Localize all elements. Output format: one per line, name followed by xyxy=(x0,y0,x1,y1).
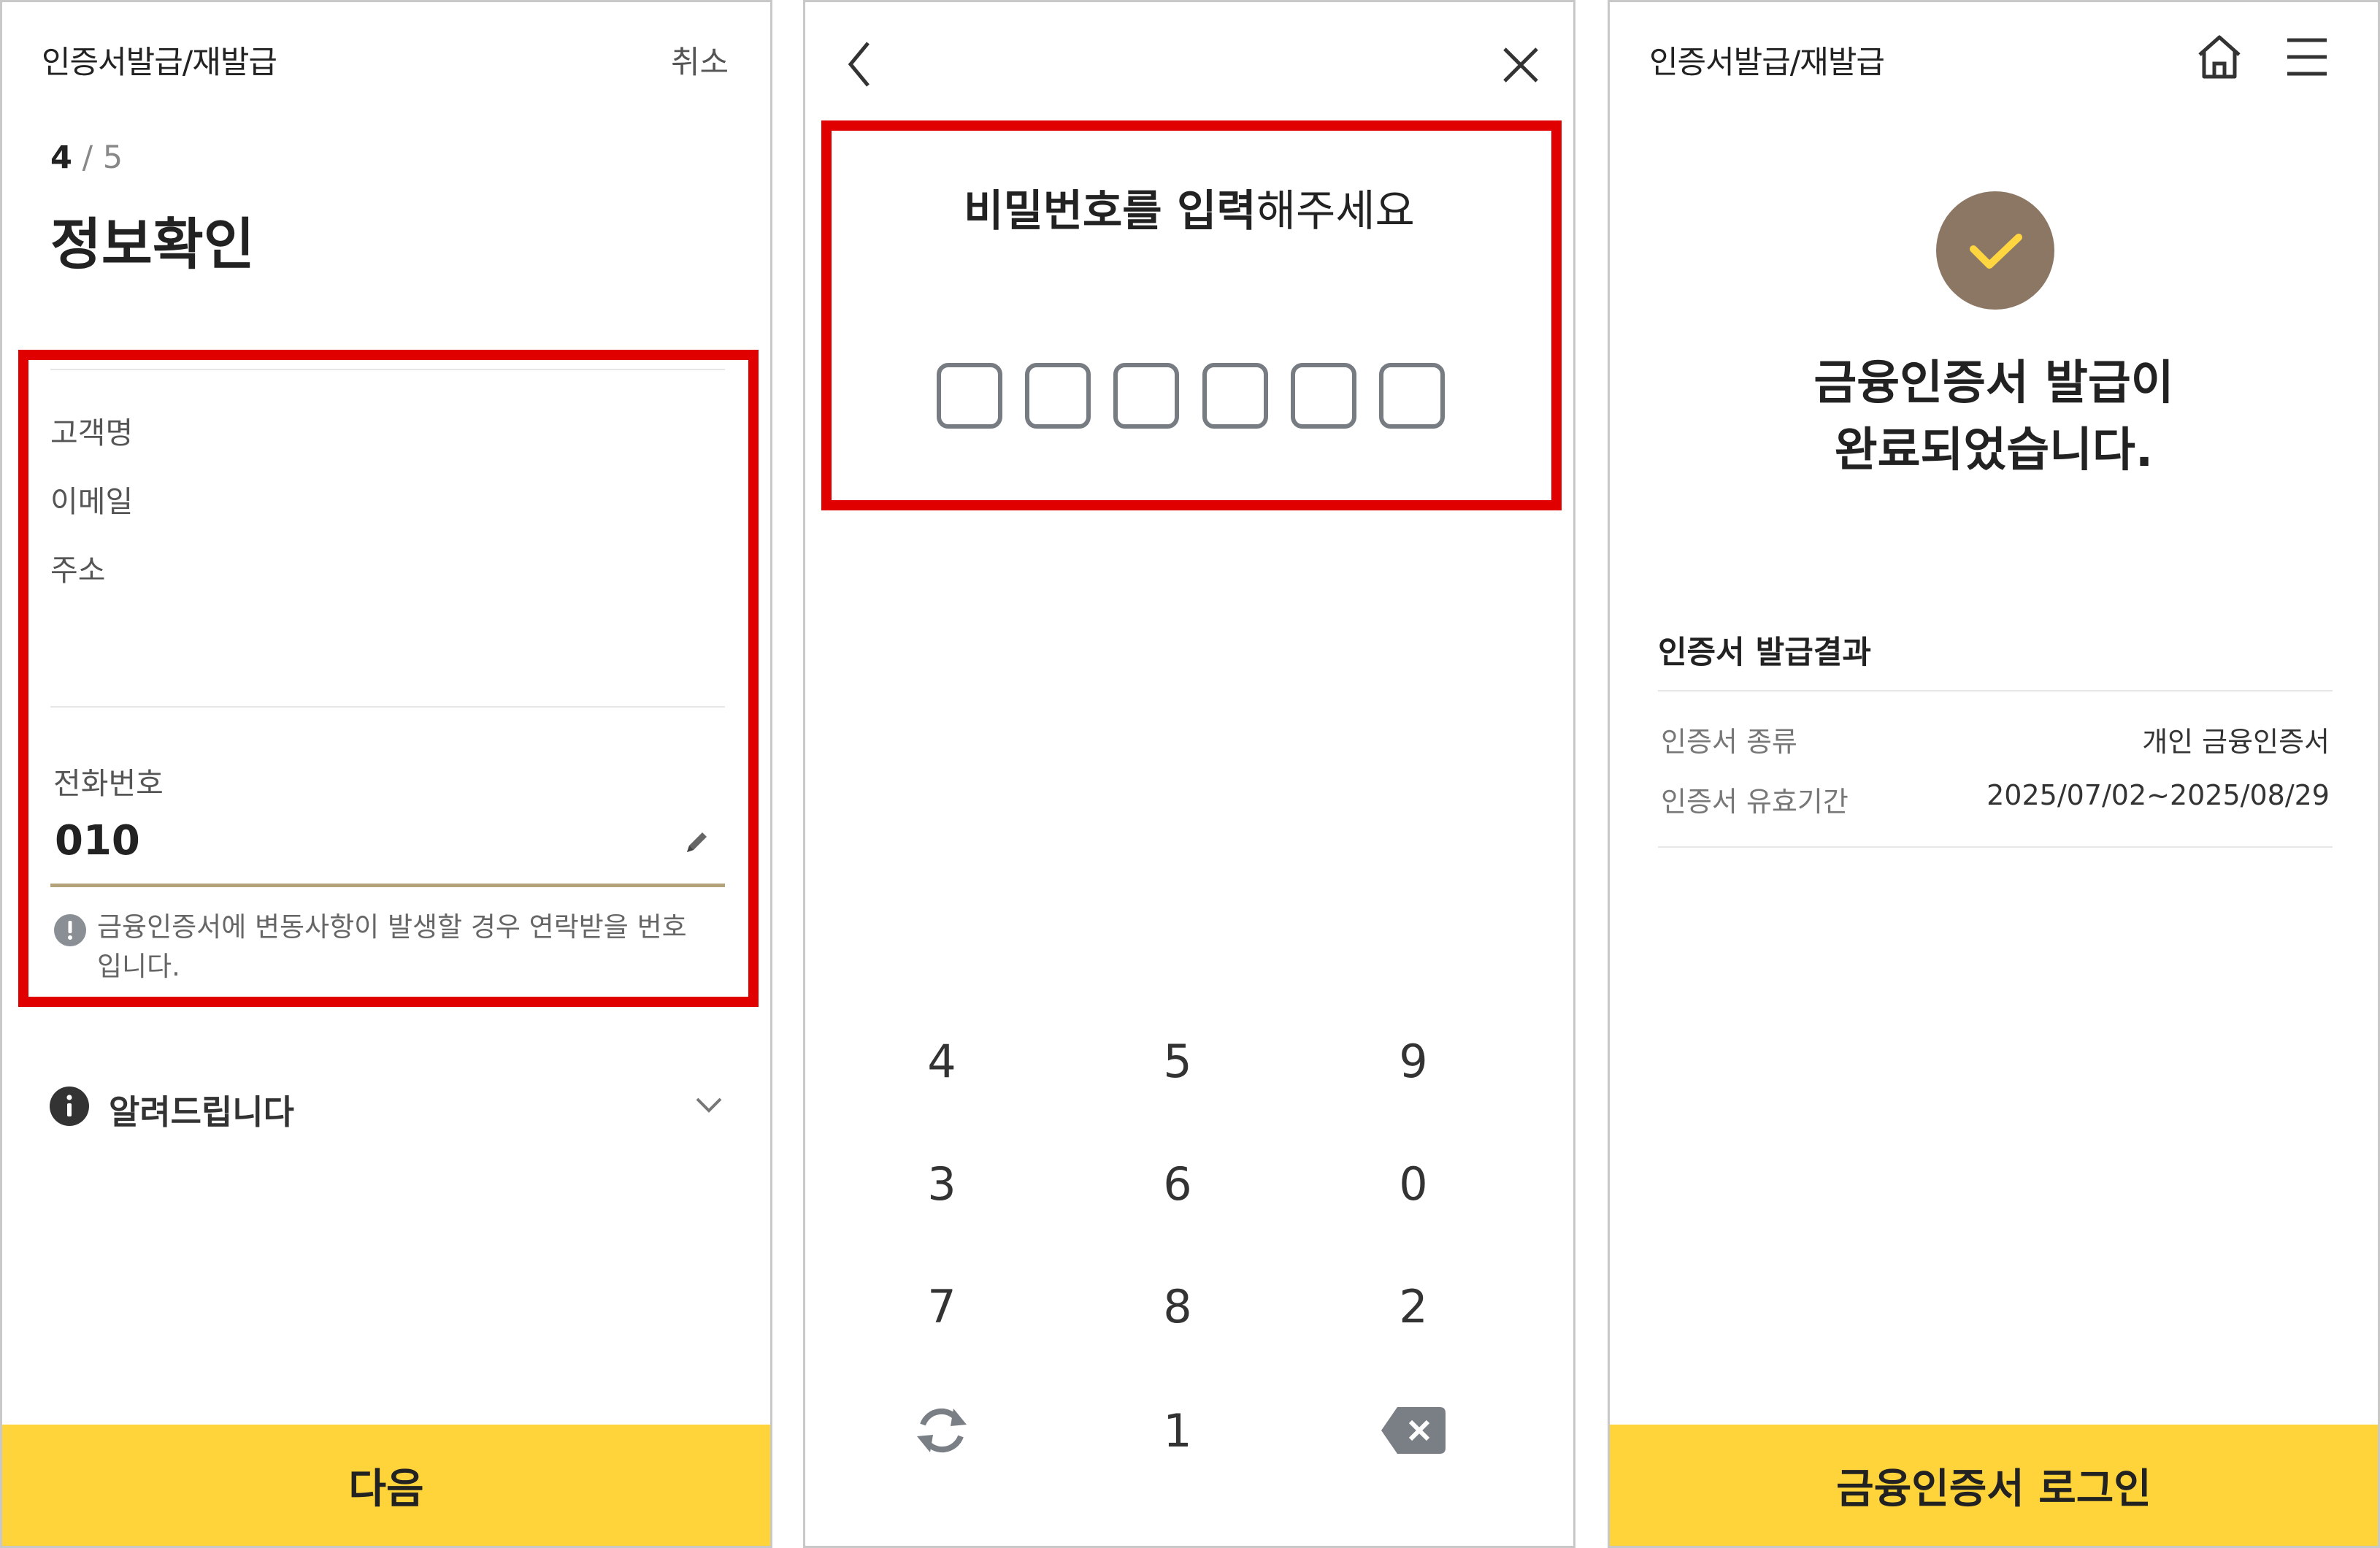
prompt-bold: 비밀번호를 입력 xyxy=(964,185,1256,236)
pin-digit-box xyxy=(1025,363,1091,429)
refresh-icon[interactable] xyxy=(883,1387,1000,1474)
menu-icon[interactable] xyxy=(2286,37,2328,80)
customer-name-label: 고객명 xyxy=(50,415,134,451)
page-title: 정보확인 xyxy=(50,212,255,277)
cert-type-value: 개인 금융인증서 xyxy=(2142,726,2330,758)
chevron-down-icon[interactable] xyxy=(694,1093,723,1118)
step-indicator: 4 / 5 xyxy=(50,139,123,176)
info-confirm-screen: 인증서발급/재발급 취소 4 / 5 정보확인 고객명 이메일 주소 전화번호 … xyxy=(0,0,772,1548)
keypad-key[interactable]: 0 xyxy=(1355,1140,1472,1227)
keypad-key[interactable]: 9 xyxy=(1355,1017,1472,1105)
result-title: 인증서 발급결과 xyxy=(1658,635,1871,671)
cancel-button[interactable]: 취소 xyxy=(671,37,729,83)
password-prompt: 비밀번호를 입력해주세요 xyxy=(805,176,1573,238)
success-line2: 완료되었습니다. xyxy=(1834,424,2154,478)
validity-value: 2025/07/02~2025/08/29 xyxy=(1986,779,2330,811)
back-arrow-icon[interactable] xyxy=(842,39,878,93)
info-section-title[interactable]: 알려드립니다 xyxy=(109,1086,294,1134)
divider xyxy=(1658,846,2333,848)
phone-label: 전화번호 xyxy=(53,766,164,801)
pin-digit-box xyxy=(1291,363,1356,429)
cert-type-label: 인증서 종류 xyxy=(1661,726,1797,758)
step-total: 5 xyxy=(102,139,123,176)
keypad-key[interactable]: 3 xyxy=(883,1140,1000,1227)
validity-label: 인증서 유효기간 xyxy=(1661,786,1849,818)
email-label: 이메일 xyxy=(50,484,134,519)
address-label: 주소 xyxy=(50,553,106,588)
home-icon[interactable] xyxy=(2195,33,2243,84)
phone-field[interactable]: 010 xyxy=(50,811,725,887)
success-line1: 금융인증서 발급이 xyxy=(1813,356,2174,410)
keypad-key[interactable]: 5 xyxy=(1119,1017,1236,1105)
keypad-key[interactable]: 1 xyxy=(1119,1387,1236,1474)
keypad-key[interactable]: 7 xyxy=(883,1262,1000,1350)
prompt-regular: 해주세요 xyxy=(1256,185,1415,236)
close-icon[interactable] xyxy=(1502,46,1540,87)
keypad-key[interactable]: 6 xyxy=(1119,1140,1236,1227)
check-icon xyxy=(1935,191,2055,313)
next-button[interactable]: 다음 xyxy=(2,1425,770,1546)
keypad-key[interactable]: 4 xyxy=(883,1017,1000,1105)
header-title: 인증서발급/재발급 xyxy=(42,45,277,81)
keypad-key[interactable]: 8 xyxy=(1119,1262,1236,1350)
edit-pencil-icon[interactable] xyxy=(683,827,712,859)
backspace-icon[interactable] xyxy=(1355,1387,1472,1474)
info-icon xyxy=(49,1086,90,1130)
issue-complete-screen: 인증서발급/재발급 금융인증서 발급이 완료되었습니다. 인증서 발급결과 인증… xyxy=(1608,0,2380,1548)
alert-icon xyxy=(53,913,87,950)
pin-digit-box xyxy=(1202,363,1268,429)
password-entry-screen: 비밀번호를 입력해주세요 4 5 9 3 6 0 7 8 2 1 xyxy=(803,0,1575,1548)
cert-login-button[interactable]: 금융인증서 로그인 xyxy=(1610,1425,2378,1546)
header-title: 인증서발급/재발급 xyxy=(1649,45,1885,81)
pin-digit-box xyxy=(1379,363,1445,429)
phone-value: 010 xyxy=(55,817,140,865)
pin-digit-box xyxy=(937,363,1002,429)
pin-digit-box xyxy=(1113,363,1179,429)
step-current: 4 xyxy=(50,139,72,176)
keypad-key[interactable]: 2 xyxy=(1355,1262,1472,1350)
divider xyxy=(50,706,725,708)
divider xyxy=(1658,690,2333,691)
phone-notice: 금융인증서에 변동사항이 발생할 경우 연락받을 번호입니다. xyxy=(97,911,687,982)
success-message: 금융인증서 발급이 완료되었습니다. xyxy=(1610,350,2378,484)
divider xyxy=(50,369,725,370)
